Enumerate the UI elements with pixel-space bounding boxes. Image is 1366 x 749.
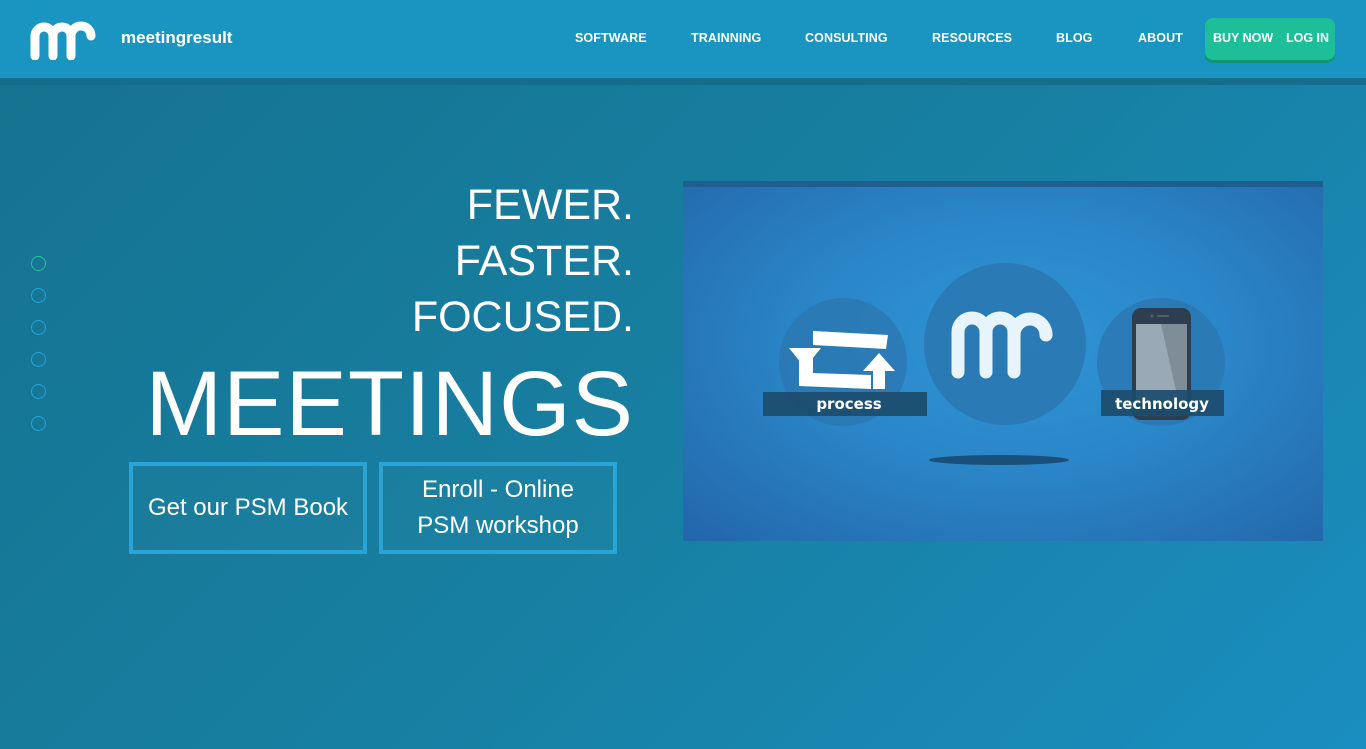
- slider-dot-2[interactable]: [31, 288, 46, 303]
- hero-headline: MEETINGS: [145, 353, 634, 455]
- hero-line-faster: FASTER.: [454, 237, 634, 285]
- get-psm-book-label: Get our PSM Book: [147, 494, 349, 521]
- nav-software[interactable]: SOFTWARE: [575, 31, 647, 45]
- hero-line-focused: FOCUSED.: [411, 293, 634, 341]
- log-in-button[interactable]: LOG IN: [1286, 31, 1329, 45]
- nav-training[interactable]: TRAINNING: [691, 31, 761, 45]
- slider-dot-3[interactable]: [31, 320, 46, 335]
- header-divider: [0, 78, 1366, 85]
- nav-blog[interactable]: BLOG: [1056, 31, 1093, 45]
- slider-dots: [31, 256, 47, 436]
- slider-dot-1[interactable]: [31, 256, 46, 271]
- process-label: process: [816, 395, 881, 413]
- enroll-workshop-button[interactable]: Enroll - Online PSM workshop: [379, 462, 617, 554]
- get-psm-book-button[interactable]: Get our PSM Book: [129, 462, 367, 554]
- slider-dot-6[interactable]: [31, 416, 46, 431]
- nav-consulting[interactable]: CONSULTING: [805, 31, 888, 45]
- slider-dot-5[interactable]: [31, 384, 46, 399]
- nav-resources[interactable]: RESOURCES: [932, 31, 1012, 45]
- site-header: meetingresult SOFTWARE TRAINNING CONSULT…: [0, 0, 1366, 78]
- main-nav: SOFTWARE TRAINNING CONSULTING RESOURCES …: [0, 31, 1366, 47]
- enroll-workshop-label: Enroll - Online PSM workshop: [417, 476, 579, 539]
- buy-now-button[interactable]: BUY NOW: [1213, 31, 1273, 45]
- video-illustration: process technology: [763, 263, 1225, 465]
- slider-dot-4[interactable]: [31, 352, 46, 367]
- nav-about[interactable]: ABOUT: [1138, 31, 1183, 45]
- account-buttons: BUY NOW LOG IN: [1205, 18, 1335, 60]
- hero-line-fewer: FEWER.: [466, 181, 634, 229]
- technology-label: technology: [1115, 395, 1209, 413]
- intro-video[interactable]: process technology: [683, 181, 1323, 541]
